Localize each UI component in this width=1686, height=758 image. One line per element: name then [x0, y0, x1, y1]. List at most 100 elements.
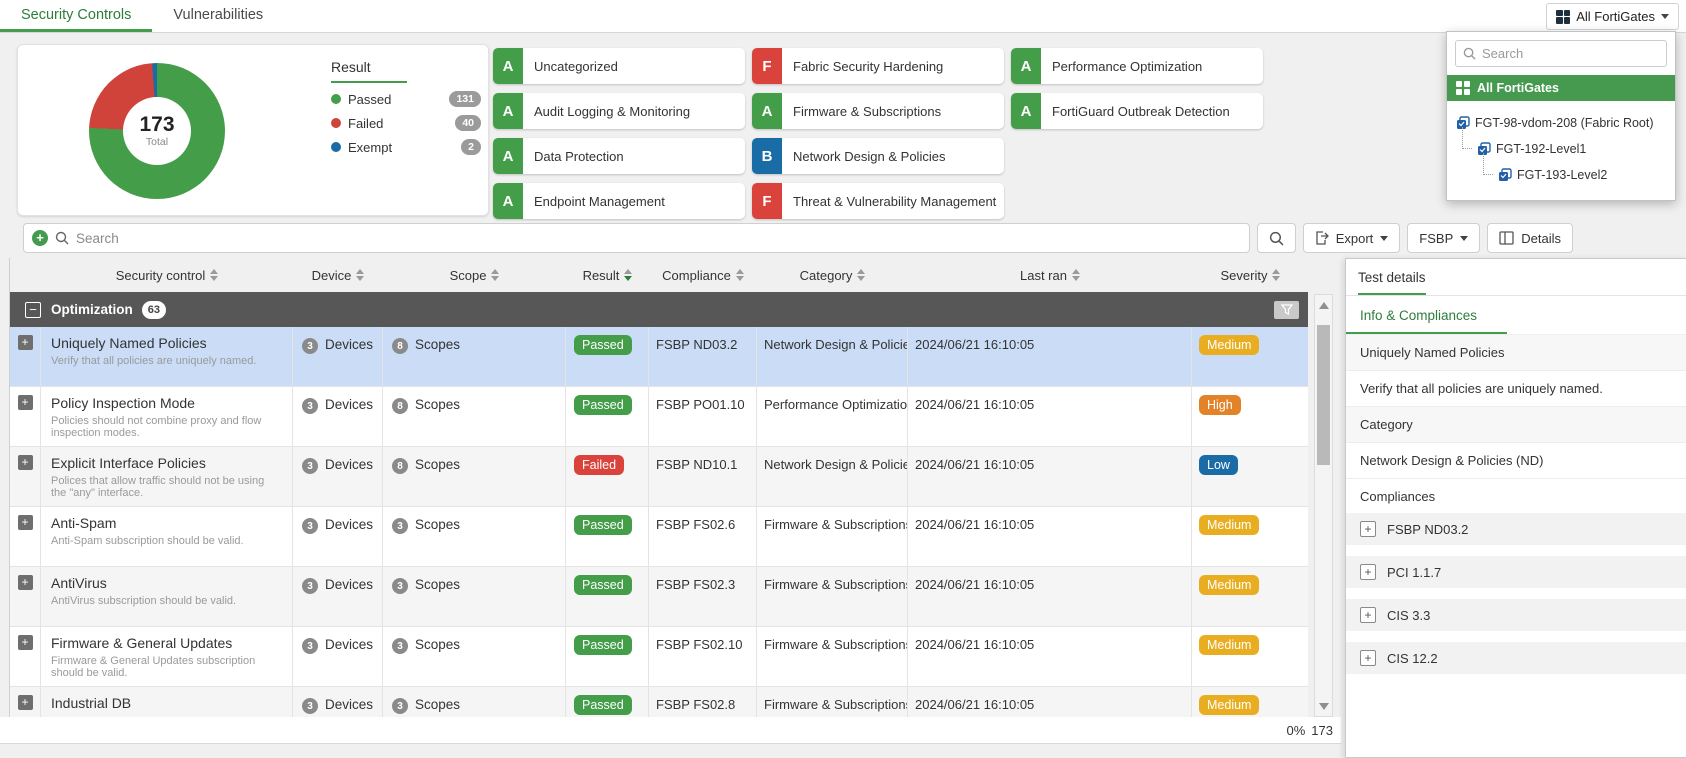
dropdown-search-box[interactable]: [1455, 40, 1667, 67]
table-row[interactable]: + Anti-Spam Anti-Spam subscription shoul…: [10, 507, 1308, 567]
test-details-panel: Test details Info & Compliances Uniquely…: [1345, 258, 1686, 758]
expand-compliance-icon[interactable]: +: [1360, 521, 1376, 537]
table-body: + Uniquely Named Policies Verify that al…: [10, 327, 1308, 717]
column-header-device[interactable]: Device: [293, 268, 383, 283]
category-chip-data-protection[interactable]: A Data Protection: [493, 138, 745, 174]
category-chip-firmware-subscriptions[interactable]: A Firmware & Subscriptions: [752, 93, 1004, 129]
search-icon: [1463, 47, 1476, 60]
category-cell: Network Design & Policies: [757, 327, 908, 386]
scope-count-badge: 3: [392, 638, 408, 654]
category-chip-performance-optimization[interactable]: A Performance Optimization: [1011, 48, 1263, 84]
expand-row-icon[interactable]: +: [18, 455, 33, 470]
last-ran-cell: 2024/06/21 16:10:05: [908, 447, 1192, 506]
control-title: Policy Inspection Mode: [51, 395, 282, 411]
filter-funnel-button[interactable]: [1274, 301, 1299, 319]
table-row[interactable]: + Explicit Interface Policies Polices th…: [10, 447, 1308, 507]
grade-badge: B: [752, 138, 782, 174]
table-header-row: Security control Device Scope Result Com…: [10, 258, 1308, 292]
tree-item-level1[interactable]: FGT-192-Level1: [1447, 136, 1675, 162]
table-row[interactable]: + Firmware & General Updates Firmware & …: [10, 627, 1308, 687]
group-row-optimization[interactable]: − Optimization 63: [10, 292, 1308, 327]
expand-row-icon[interactable]: +: [18, 635, 33, 650]
grade-badge: A: [493, 138, 523, 174]
category-cell: Firmware & Subscriptions: [757, 507, 908, 566]
tree-item-level2[interactable]: FGT-193-Level2: [1447, 162, 1675, 188]
category-chip-uncategorized[interactable]: A Uncategorized: [493, 48, 745, 84]
fortigate-selector-button[interactable]: All FortiGates: [1546, 3, 1679, 30]
table-row[interactable]: + Industrial DB 3Devices 3Scopes Passed …: [10, 687, 1308, 717]
category-chip-outbreak-detection[interactable]: A FortiGuard Outbreak Detection: [1011, 93, 1263, 129]
result-badge: Passed: [574, 515, 632, 535]
details-toggle-button[interactable]: Details: [1487, 223, 1573, 253]
category-chip-fabric-hardening[interactable]: F Fabric Security Hardening: [752, 48, 1004, 84]
tab-vulnerabilities[interactable]: Vulnerabilities: [152, 0, 284, 32]
compliance-item-cis-3-3[interactable]: + CIS 3.3: [1346, 599, 1686, 631]
scroll-down-arrow[interactable]: [1315, 698, 1332, 714]
dropdown-search-input[interactable]: [1482, 46, 1659, 61]
table-row[interactable]: + Uniquely Named Policies Verify that al…: [10, 327, 1308, 387]
column-header-compliance[interactable]: Compliance: [649, 268, 757, 283]
expand-row-icon[interactable]: +: [18, 335, 33, 350]
expand-compliance-icon[interactable]: +: [1360, 607, 1376, 623]
expand-compliance-icon[interactable]: +: [1360, 650, 1376, 666]
tree-item-fabric-root[interactable]: FGT-98-vdom-208 (Fabric Root): [1447, 110, 1675, 136]
column-header-security-control[interactable]: Security control: [41, 268, 293, 283]
detail-category-label: Category: [1346, 407, 1686, 443]
legend-item-exempt[interactable]: Exempt 2: [331, 139, 481, 155]
column-header-severity[interactable]: Severity: [1192, 268, 1309, 283]
column-header-scope[interactable]: Scope: [383, 268, 566, 283]
scroll-up-arrow[interactable]: [1315, 297, 1332, 313]
category-chip-network-design[interactable]: B Network Design & Policies: [752, 138, 1004, 174]
result-donut-chart[interactable]: 173 Total: [89, 63, 225, 199]
column-header-category[interactable]: Category: [757, 268, 908, 283]
export-button[interactable]: Export: [1303, 223, 1401, 253]
dropdown-item-all-fortigates[interactable]: All FortiGates: [1447, 75, 1675, 101]
category-chip-audit-logging[interactable]: A Audit Logging & Monitoring: [493, 93, 745, 129]
filter-search-box[interactable]: +: [23, 223, 1250, 253]
category-chip-threat-vulnerability[interactable]: F Threat & Vulnerability Management: [752, 183, 1004, 219]
passed-count-badge: 131: [449, 91, 481, 107]
compliance-item-pci[interactable]: + PCI 1.1.7: [1346, 556, 1686, 588]
fortigate-dropdown: All FortiGates FGT-98-vdom-208 (Fabric R…: [1446, 31, 1676, 201]
compliance-item-fsbp[interactable]: + FSBP ND03.2: [1346, 513, 1686, 545]
search-button[interactable]: [1257, 223, 1296, 253]
expand-row-icon[interactable]: +: [18, 575, 33, 590]
category-column-3: A Performance Optimization A FortiGuard …: [1011, 48, 1263, 138]
sort-icon: [624, 269, 632, 281]
severity-badge: Medium: [1199, 575, 1259, 595]
result-badge: Passed: [574, 695, 632, 715]
result-badge: Passed: [574, 635, 632, 655]
column-header-last-ran[interactable]: Last ran: [908, 268, 1192, 283]
scope-count-badge: 3: [392, 518, 408, 534]
fortigate-grid-icon: [1456, 81, 1470, 95]
compliance-item-cis-12-2[interactable]: + CIS 12.2: [1346, 642, 1686, 674]
category-chip-endpoint-management[interactable]: A Endpoint Management: [493, 183, 745, 219]
tree-connector: [1462, 127, 1472, 149]
standard-select-button[interactable]: FSBP: [1407, 223, 1480, 253]
table-scrollbar[interactable]: [1314, 294, 1333, 717]
expand-row-icon[interactable]: +: [18, 395, 33, 410]
expand-row-icon[interactable]: +: [18, 515, 33, 530]
control-subtitle: Verify that all policies are uniquely na…: [51, 355, 282, 367]
exempt-count-badge: 2: [461, 139, 481, 155]
scrollbar-thumb[interactable]: [1317, 325, 1330, 465]
tab-security-controls[interactable]: Security Controls: [0, 0, 152, 32]
filter-search-input[interactable]: [76, 231, 1241, 246]
expand-row-icon[interactable]: +: [18, 695, 33, 710]
collapse-group-icon[interactable]: −: [25, 302, 41, 318]
security-rating-page: Security Controls Vulnerabilities All Fo…: [0, 0, 1686, 758]
last-ran-cell: 2024/06/21 16:10:05: [908, 507, 1192, 566]
category-cell: Firmware & Subscriptions: [757, 567, 908, 626]
add-filter-icon[interactable]: +: [32, 230, 48, 246]
table-row[interactable]: + Policy Inspection Mode Policies should…: [10, 387, 1308, 447]
column-header-result[interactable]: Result: [566, 268, 649, 283]
legend-item-passed[interactable]: Passed 131: [331, 91, 481, 107]
control-subtitle: Polices that allow traffic should not be…: [51, 475, 282, 499]
tab-info-compliances[interactable]: Info & Compliances: [1346, 296, 1507, 334]
legend-item-failed[interactable]: Failed 40: [331, 115, 481, 131]
category-column-1: A Uncategorized A Audit Logging & Monito…: [493, 48, 745, 228]
passed-dot-icon: [331, 94, 341, 104]
expand-compliance-icon[interactable]: +: [1360, 564, 1376, 580]
control-subtitle: AntiVirus subscription should be valid.: [51, 595, 282, 607]
table-row[interactable]: + AntiVirus AntiVirus subscription shoul…: [10, 567, 1308, 627]
